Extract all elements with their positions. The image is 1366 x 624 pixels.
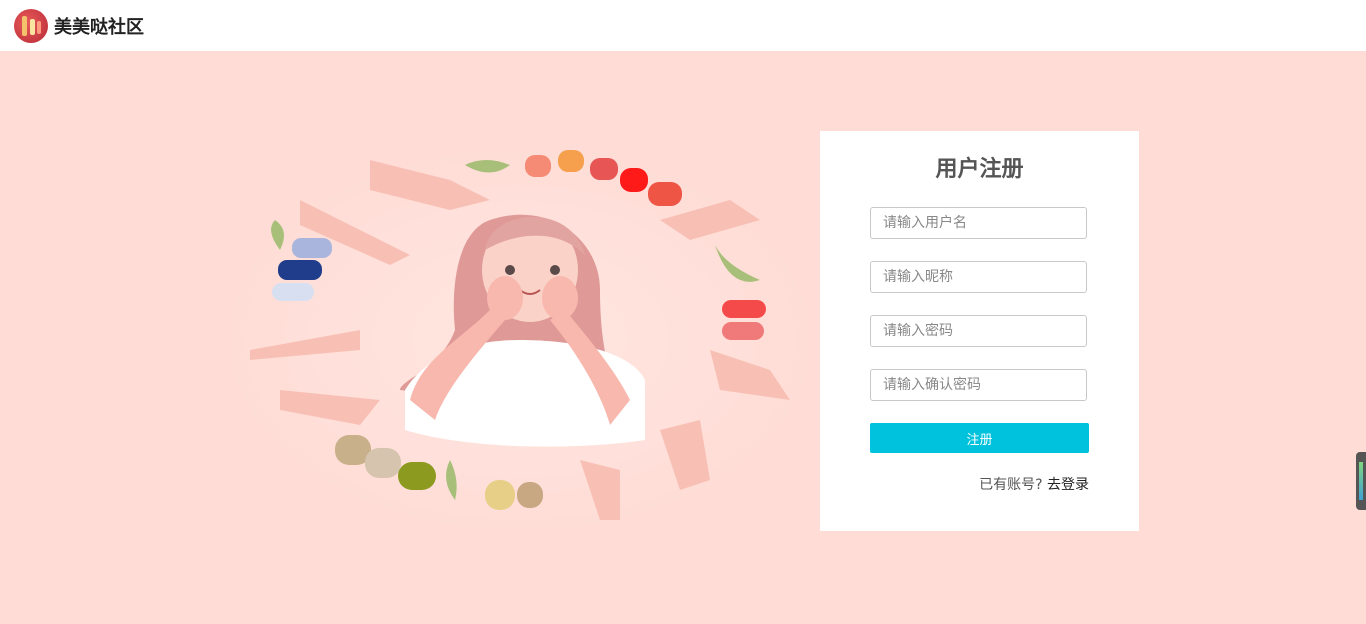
go-login-link[interactable]: 去登录 [1047,477,1089,493]
password-input[interactable] [870,315,1087,347]
login-prompt: 已有账号? 去登录 [979,474,1089,494]
level-meter-icon [1359,462,1363,500]
username-input[interactable] [870,207,1087,239]
register-button[interactable]: 注册 [870,423,1089,453]
register-card: 用户注册 注册 已有账号? 去登录 [820,131,1139,531]
nail-art-illustration [230,150,810,530]
side-widget-tab[interactable] [1356,452,1366,510]
register-title: 用户注册 [935,157,1024,182]
logo-icon [14,8,48,43]
nickname-input[interactable] [870,261,1087,293]
logo[interactable]: 美美哒社区 [14,8,144,43]
brand-name: 美美哒社区 [54,16,144,38]
top-bar: 美美哒社区 [0,0,1366,51]
confirm-password-input[interactable] [870,369,1087,401]
have-account-text: 已有账号? [979,477,1043,493]
